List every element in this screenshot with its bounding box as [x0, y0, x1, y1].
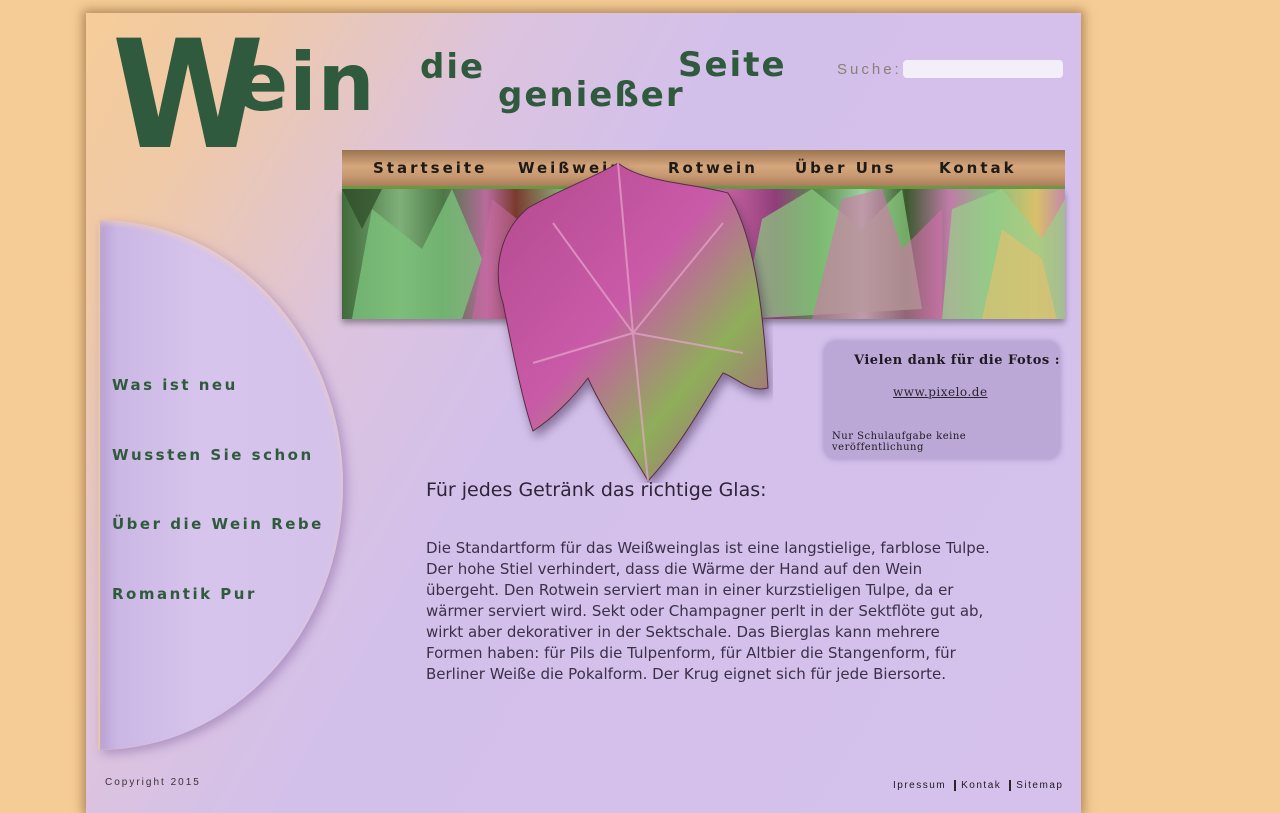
content-heading: Für jedes Getränk das richtige Glas: [426, 479, 767, 501]
content-paragraph: Die Standartform für das Weißweinglas is… [426, 539, 990, 683]
tagline-word-3: Seite [678, 45, 787, 85]
copyright-text: Copyright 2015 [105, 777, 201, 788]
credit-note: Nur Schulaufgabe keine veröffentlichung [832, 431, 967, 453]
search-input[interactable] [903, 60, 1063, 78]
sidebar-item-wussten-sie-schon[interactable]: Wussten Sie schon [112, 446, 314, 464]
footer-links: Ipressum Kontak Sitemap [893, 780, 1063, 791]
search-label: Suche: [837, 61, 902, 78]
tagline-word-2: genießer [498, 75, 685, 115]
sidebar-panel: Was ist neu Wussten Sie schon Über die W… [98, 220, 343, 750]
footer-link-impressum[interactable]: Ipressum [893, 780, 946, 791]
footer-link-kontakt[interactable]: Kontak [961, 780, 1001, 791]
sidebar-item-was-ist-neu[interactable]: Was ist neu [112, 376, 238, 394]
nav-item-kontakt[interactable]: Kontak [939, 159, 1017, 177]
site-logo[interactable]: W ein [112, 21, 375, 171]
page-container: W ein die genießer Seite Suche: Startsei… [86, 13, 1081, 813]
credit-title: Vielen dank für die Fotos : [854, 353, 1061, 368]
footer-separator [954, 780, 957, 791]
logo-rest: ein [234, 36, 376, 129]
footer-link-sitemap[interactable]: Sitemap [1016, 780, 1063, 791]
tagline-word-1: die [420, 47, 486, 87]
credit-link[interactable]: www.pixelo.de [893, 385, 988, 399]
sidebar-item-romantik-pur[interactable]: Romantik Pur [112, 585, 257, 603]
photo-credit-box: Vielen dank für die Fotos : www.pixelo.d… [824, 341, 1060, 459]
sidebar-item-wein-rebe[interactable]: Über die Wein Rebe [112, 515, 324, 533]
vine-leaf-image [497, 163, 769, 482]
footer-separator [1009, 780, 1012, 791]
nav-item-ueber-uns[interactable]: Über Uns [795, 159, 897, 177]
nav-item-startseite[interactable]: Startseite [373, 159, 487, 177]
